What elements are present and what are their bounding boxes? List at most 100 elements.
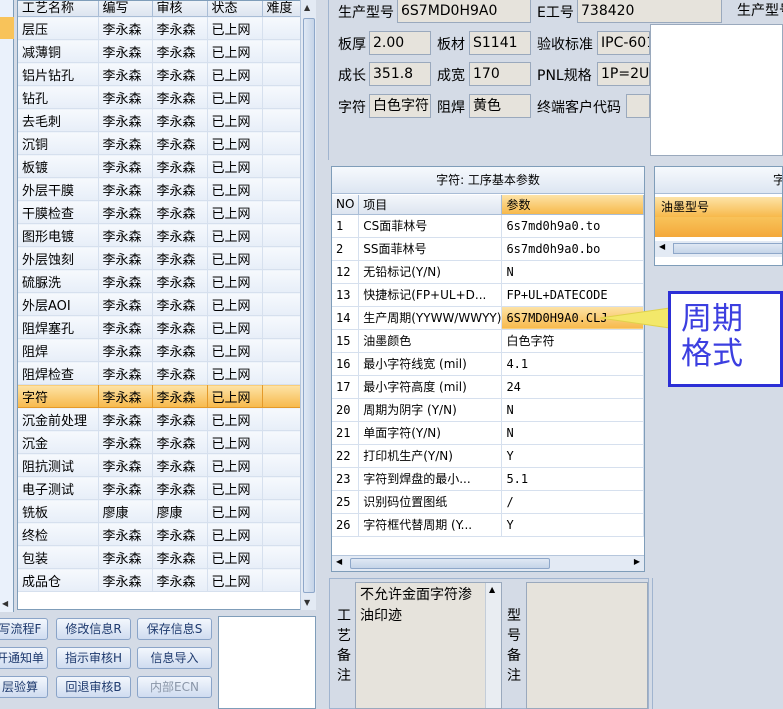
param-cell-no[interactable]: 23 [332, 467, 360, 491]
process-cell-reviewer[interactable]: 李永森 [152, 154, 208, 178]
process-cell-author[interactable]: 李永森 [98, 16, 153, 40]
process-cell-difficulty[interactable] [262, 407, 303, 431]
process-cell-author[interactable]: 李永森 [98, 246, 153, 270]
process-row[interactable]: 板镀 李永森 李永森 已上网 [18, 154, 303, 178]
param-cell-item[interactable]: 最小字符线宽 (mil) [358, 352, 503, 376]
process-cell-reviewer[interactable]: 李永森 [152, 200, 208, 224]
process-cell-name[interactable]: 阻焊 [18, 338, 99, 362]
process-cell-name[interactable]: 成品仓 [18, 568, 99, 592]
process-cell-author[interactable]: 李永森 [98, 177, 153, 201]
process-cell-reviewer[interactable]: 李永森 [152, 108, 208, 132]
process-cell-status[interactable]: 已上网 [207, 407, 263, 431]
process-cell-reviewer[interactable]: 李永森 [152, 292, 208, 316]
process-cell-reviewer[interactable]: 李永森 [152, 361, 208, 385]
process-cell-reviewer[interactable]: 李永森 [152, 39, 208, 63]
param-cell-no[interactable]: 15 [332, 329, 360, 353]
process-cell-reviewer[interactable]: 李永森 [152, 246, 208, 270]
process-cell-reviewer[interactable]: 李永森 [152, 407, 208, 431]
process-cell-reviewer[interactable]: 李永森 [152, 269, 208, 293]
process-cell-difficulty[interactable] [262, 338, 303, 362]
scroll-up-icon[interactable]: ▲ [489, 585, 495, 594]
param-cell-value[interactable]: 4.1 [501, 352, 644, 376]
process-grid[interactable]: 工艺名称 编写 审核 状态 难度 层压 李永森 李永森 已上网 减薄铜 李永森 李永森 已上网… [17, 0, 316, 610]
process-cell-reviewer[interactable]: 李永森 [152, 85, 208, 109]
process-cell-author[interactable]: 李永森 [98, 338, 153, 362]
process-cell-author[interactable]: 廖康 [98, 499, 153, 523]
param-row[interactable]: 21 单面字符(Y/N) N [332, 421, 644, 445]
remark-scrollbar[interactable]: ▲ [485, 583, 501, 708]
process-cell-name[interactable]: 电子测试 [18, 476, 99, 500]
process-cell-name[interactable]: 字符 [18, 384, 99, 408]
process-cell-name[interactable]: 板镀 [18, 154, 99, 178]
standard-field[interactable]: IPC-601 [597, 31, 650, 55]
param-cell-item[interactable]: 油墨颜色 [358, 329, 503, 353]
param-cell-no[interactable]: 14 [332, 306, 360, 330]
process-cell-difficulty[interactable] [262, 154, 303, 178]
param-cell-value[interactable]: 24 [501, 375, 644, 399]
process-cell-difficulty[interactable] [262, 476, 303, 500]
param-cell-no[interactable]: 2 [332, 237, 360, 261]
process-row[interactable]: 硫脲洗 李永森 李永森 已上网 [18, 269, 303, 293]
process-cell-difficulty[interactable] [262, 39, 303, 63]
col-no[interactable]: NO [332, 195, 360, 215]
process-cell-difficulty[interactable] [262, 85, 303, 109]
param-cell-item[interactable]: 生产周期(YYWW/WWYY) [358, 306, 503, 330]
save-info-button[interactable]: 保存信息S [137, 618, 212, 640]
process-cell-status[interactable]: 已上网 [207, 131, 263, 155]
param-cell-no[interactable]: 25 [332, 490, 360, 514]
process-vertical-scrollbar[interactable]: ▲ ▼ [300, 0, 316, 610]
process-cell-reviewer[interactable]: 李永森 [152, 16, 208, 40]
process-cell-reviewer[interactable]: 李永森 [152, 545, 208, 569]
param-cell-item[interactable]: 周期为阴字 (Y/N) [358, 398, 503, 422]
col-status[interactable]: 状态 [207, 1, 263, 17]
process-row[interactable]: 阻抗测试 李永森 李永森 已上网 [18, 453, 303, 477]
instruction-review-button[interactable]: 指示审核H [56, 647, 131, 669]
process-cell-status[interactable]: 已上网 [207, 453, 263, 477]
process-cell-difficulty[interactable] [262, 361, 303, 385]
param-cell-no[interactable]: 20 [332, 398, 360, 422]
process-cell-reviewer[interactable]: 李永森 [152, 223, 208, 247]
process-cell-difficulty[interactable] [262, 292, 303, 316]
process-cell-reviewer[interactable]: 李永森 [152, 338, 208, 362]
param-row[interactable]: 13 快捷标记(FP+UL+D... FP+UL+DATECODE [332, 283, 644, 307]
process-cell-author[interactable]: 李永森 [98, 108, 153, 132]
process-cell-author[interactable]: 李永森 [98, 39, 153, 63]
process-cell-reviewer[interactable]: 李永森 [152, 453, 208, 477]
param-cell-value[interactable]: 5.1 [501, 467, 644, 491]
modify-info-button[interactable]: 修改信息R [56, 618, 131, 640]
param-row[interactable]: 22 打印机生产(Y/N) Y [332, 444, 644, 468]
customer-field[interactable] [626, 94, 650, 118]
process-cell-name[interactable]: 沉金 [18, 430, 99, 454]
process-cell-name[interactable]: 铣板 [18, 499, 99, 523]
process-cell-status[interactable]: 已上网 [207, 499, 263, 523]
param-cell-value[interactable]: N [501, 260, 644, 284]
process-cell-name[interactable]: 沉铜 [18, 131, 99, 155]
scrollbar-thumb[interactable] [303, 18, 315, 593]
process-cell-reviewer[interactable]: 李永森 [152, 430, 208, 454]
model-remark-textarea[interactable] [526, 582, 648, 709]
process-cell-name[interactable]: 减薄铜 [18, 39, 99, 63]
process-row[interactable]: 去毛刺 李永森 李永森 已上网 [18, 108, 303, 132]
param-row[interactable]: 16 最小字符线宽 (mil) 4.1 [332, 352, 644, 376]
process-cell-difficulty[interactable] [262, 499, 303, 523]
process-cell-difficulty[interactable] [262, 545, 303, 569]
param-cell-no[interactable]: 16 [332, 352, 360, 376]
param-cell-no[interactable]: 1 [332, 214, 360, 238]
process-cell-reviewer[interactable]: 李永森 [152, 476, 208, 500]
param-cell-no[interactable]: 22 [332, 444, 360, 468]
param-row[interactable]: 26 字符框代替周期 (Y... Y [332, 513, 644, 537]
param-row[interactable]: 1 CS面菲林号 6s7md0h9a0.to [332, 214, 644, 238]
process-cell-status[interactable]: 已上网 [207, 62, 263, 86]
process-cell-status[interactable]: 已上网 [207, 16, 263, 40]
process-row[interactable]: 图形电镀 李永森 李永森 已上网 [18, 223, 303, 247]
process-cell-name[interactable]: 终检 [18, 522, 99, 546]
col-process-name[interactable]: 工艺名称 [18, 1, 99, 17]
process-row[interactable]: 外层AOI 李永森 李永森 已上网 [18, 292, 303, 316]
process-row[interactable]: 成品仓 李永森 李永森 已上网 [18, 568, 303, 592]
process-cell-name[interactable]: 干膜检查 [18, 200, 99, 224]
process-cell-reviewer[interactable]: 李永森 [152, 62, 208, 86]
process-cell-status[interactable]: 已上网 [207, 315, 263, 339]
param-cell-value[interactable]: Y [501, 444, 644, 468]
param-row[interactable]: 25 识别码位置图纸 / [332, 490, 644, 514]
param-cell-no[interactable]: 26 [332, 513, 360, 537]
